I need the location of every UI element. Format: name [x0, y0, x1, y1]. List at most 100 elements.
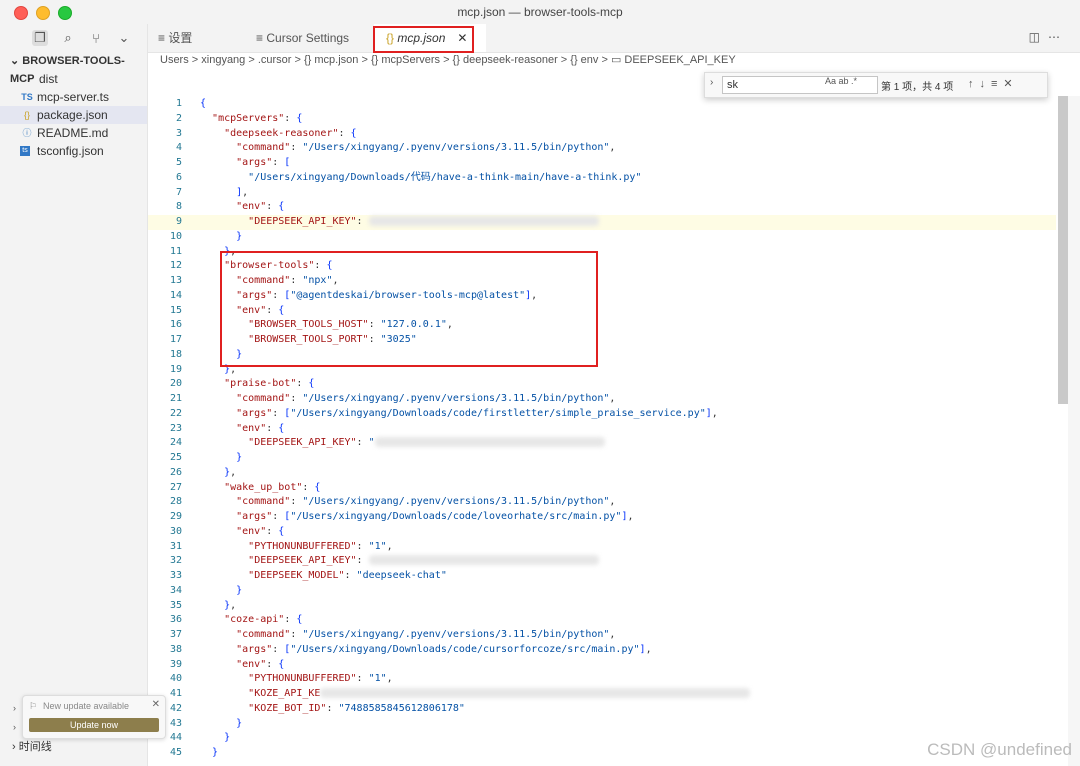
code-text: } [236, 584, 243, 596]
line-number: 34 [169, 584, 182, 596]
code-line[interactable]: 21 "command": "/Users/xingyang/.pyenv/ve… [148, 392, 1056, 407]
code-line[interactable]: 4 "command": "/Users/xingyang/.pyenv/ver… [148, 141, 1056, 156]
update-now-button[interactable]: Update now [29, 718, 159, 732]
code-line[interactable]: 37 "command": "/Users/xingyang/.pyenv/ve… [148, 628, 1056, 643]
arrow-down-icon[interactable]: ↓ [980, 78, 992, 90]
code-line[interactable]: 31 "PYTHONUNBUFFERED": "1", [148, 540, 1056, 555]
code-line[interactable]: 27 "wake_up_bot": { [148, 481, 1056, 496]
chevron-down-icon: ⌄ [10, 55, 23, 67]
code-line[interactable]: 45 } [148, 746, 1056, 761]
find-match-count: 第 1 项，共 4 项 [881, 82, 954, 93]
files-icon[interactable]: ❐ [32, 30, 48, 46]
code-line[interactable]: 35 }, [148, 599, 1056, 614]
code-line[interactable]: 43 } [148, 717, 1056, 732]
line-number: 45 [169, 747, 182, 758]
window-titlebar: mcp.json — browser-tools-mcp [0, 0, 1080, 25]
find-in-selection-icon[interactable]: ≡ [991, 78, 1003, 90]
close-icon[interactable]: ✕ [1003, 78, 1018, 90]
split-editor-icon[interactable]: ◫ [1029, 30, 1048, 44]
line-number: 9 [175, 216, 182, 227]
code-line[interactable]: 29 "args": ["/Users/xingyang/Downloads/c… [148, 510, 1056, 525]
browser-tools-highlight-box [220, 251, 598, 367]
code-line[interactable]: 20 "praise-bot": { [148, 377, 1056, 392]
editor-scrollbar[interactable] [1058, 96, 1068, 404]
code-line[interactable]: 32 "DEEPSEEK_API_KEY": [148, 554, 1056, 569]
timeline-section[interactable]: › 时间线 [12, 738, 52, 754]
code-text: } [236, 230, 243, 242]
code-line[interactable]: 3 "deepseek-reasoner": { [148, 127, 1056, 142]
code-line[interactable]: 39 "env": { [148, 658, 1056, 673]
code-text: "mcpServers": { [212, 112, 303, 124]
tab-cursor-settings[interactable]: ≡ Cursor Settings [256, 24, 371, 52]
json-file-icon: {} [23, 110, 30, 120]
tree-item-tsconfig[interactable]: ts tsconfig.json [0, 142, 147, 160]
line-number: 21 [169, 393, 182, 404]
code-line[interactable]: 9 "DEEPSEEK_API_KEY": [148, 215, 1056, 230]
code-line[interactable]: 36 "coze-api": { [148, 613, 1056, 628]
watermark: CSDN @undefined [927, 740, 1072, 759]
more-icon[interactable]: ⋯ [1048, 30, 1068, 44]
chevron-right-icon[interactable]: › [13, 703, 16, 713]
source-control-icon[interactable]: ⑂ [88, 30, 104, 46]
code-line[interactable]: 24 "DEEPSEEK_API_KEY": " [148, 436, 1056, 451]
code-line[interactable]: 8 "env": { [148, 200, 1056, 215]
code-line[interactable]: 30 "env": { [148, 525, 1056, 540]
code-line[interactable]: 44 } [148, 731, 1056, 746]
explorer-section-header[interactable]: ⌄ BROWSER-TOOLS-MCP [0, 52, 147, 85]
line-number: 39 [169, 658, 182, 670]
code-text: }, [224, 466, 237, 478]
code-line[interactable]: 5 "args": [ [148, 156, 1056, 171]
code-line[interactable]: 1{ [148, 97, 1056, 112]
line-number: 15 [169, 304, 182, 316]
line-number: 43 [169, 717, 182, 729]
code-text: "/Users/xingyang/Downloads/代码/have-a-thi… [248, 171, 642, 183]
code-text: { [200, 98, 207, 109]
line-number: 26 [169, 466, 182, 478]
code-line[interactable]: 7 ], [148, 186, 1056, 201]
tree-item-mcp-server[interactable]: TS mcp-server.ts [0, 88, 147, 106]
line-number: 28 [169, 496, 182, 508]
tab-settings[interactable]: ≡ 设置 [158, 24, 248, 52]
code-line[interactable]: 34 } [148, 584, 1056, 599]
code-line[interactable]: 22 "args": ["/Users/xingyang/Downloads/c… [148, 407, 1056, 422]
code-text: "PYTHONUNBUFFERED": "1", [248, 673, 393, 685]
code-line[interactable]: 26 }, [148, 466, 1056, 481]
code-line[interactable]: 2 "mcpServers": { [148, 112, 1056, 127]
code-line[interactable]: 40 "PYTHONUNBUFFERED": "1", [148, 672, 1056, 687]
chevron-right-icon[interactable]: › [13, 722, 16, 732]
find-options[interactable]: Aa ab .* [825, 76, 857, 86]
code-line[interactable]: 25 } [148, 451, 1056, 466]
breadcrumb[interactable]: Users > xingyang > .cursor > {} mcp.json… [160, 53, 736, 71]
find-widget: › sk Aa ab .* 第 1 项，共 4 项 ↑↓≡✕ [704, 72, 1048, 98]
code-line[interactable]: 28 "command": "/Users/xingyang/.pyenv/ve… [148, 495, 1056, 510]
code-text: "coze-api": { [224, 614, 303, 626]
code-text: "DEEPSEEK_API_KEY": " [200, 436, 605, 451]
code-text: "DEEPSEEK_API_KEY": [200, 554, 599, 569]
line-number: 3 [175, 127, 182, 139]
line-number: 16 [169, 319, 182, 331]
line-number: 17 [169, 334, 182, 345]
chevron-right-icon[interactable]: › [710, 77, 713, 88]
line-number: 5 [175, 157, 182, 168]
line-number: 37 [169, 629, 182, 640]
code-text: } [224, 732, 231, 744]
code-text: "DEEPSEEK_API_KEY": [200, 215, 599, 230]
code-editor[interactable]: 1{2 "mcpServers": {3 "deepseek-reasoner"… [148, 96, 1056, 766]
code-line[interactable]: 42 "KOZE_BOT_ID": "7488585845612806178" [148, 702, 1056, 717]
code-line[interactable]: 33 "DEEPSEEK_MODEL": "deepseek-chat" [148, 569, 1056, 584]
tree-item-dist[interactable]: › dist [0, 70, 147, 88]
code-line[interactable]: 41 "KOZE_API_KE [148, 687, 1056, 702]
arrow-up-icon[interactable]: ↑ [968, 78, 980, 90]
chevron-down-icon[interactable]: ⌄ [116, 30, 132, 46]
code-text: "PYTHONUNBUFFERED": "1", [248, 540, 393, 552]
search-icon[interactable]: ⌕ [60, 30, 76, 46]
code-line[interactable]: 6 "/Users/xingyang/Downloads/代码/have-a-t… [148, 171, 1056, 186]
code-text: }, [224, 599, 237, 611]
tree-item-readme[interactable]: ⓘ README.md [0, 124, 147, 142]
line-number: 31 [169, 540, 182, 552]
code-line[interactable]: 10 } [148, 230, 1056, 245]
tree-item-package-json[interactable]: {} package.json [0, 106, 147, 124]
code-line[interactable]: 23 "env": { [148, 422, 1056, 437]
line-number: 6 [175, 171, 182, 183]
code-line[interactable]: 38 "args": ["/Users/xingyang/Downloads/c… [148, 643, 1056, 658]
